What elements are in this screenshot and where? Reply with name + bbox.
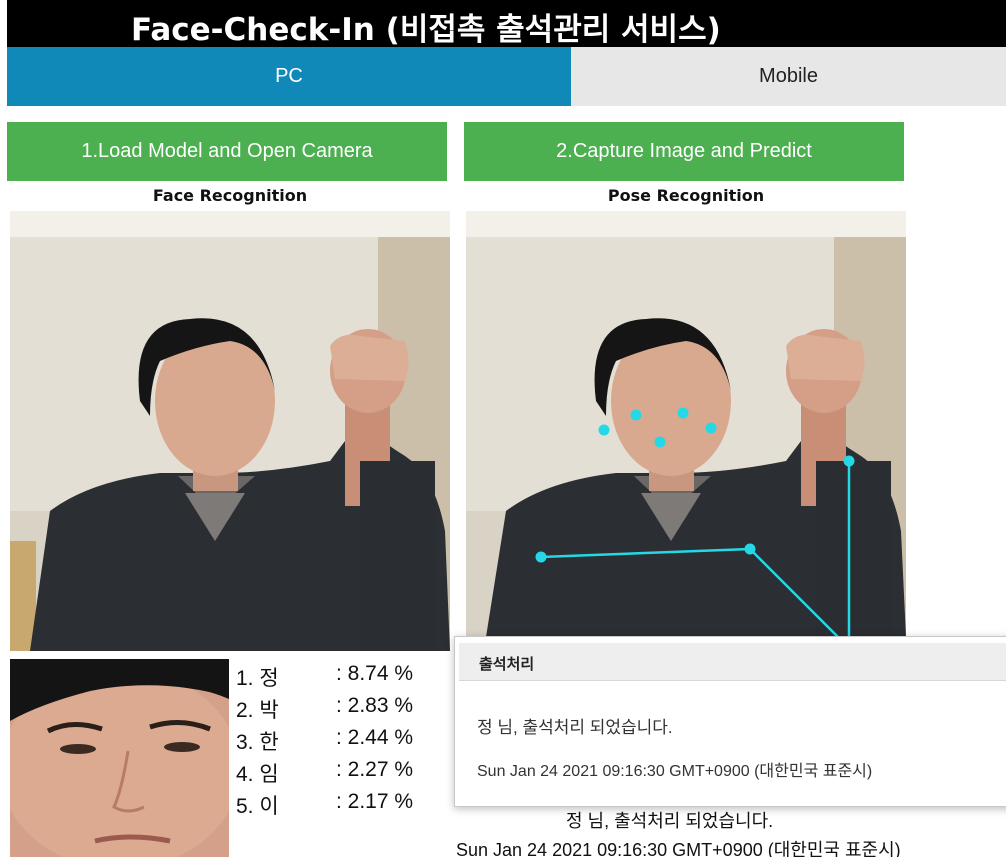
prediction-name: 5. 이 bbox=[236, 795, 279, 818]
prediction-row: 3. 한 : 2.44 % bbox=[236, 726, 436, 758]
capture-predict-button[interactable]: 2.Capture Image and Predict bbox=[464, 122, 904, 181]
app-title: Face-Check-In (비접촉 출석관리 서비스) bbox=[131, 12, 721, 48]
load-model-button[interactable]: 1.Load Model and Open Camera bbox=[7, 122, 447, 181]
face-camera-view bbox=[10, 211, 450, 651]
dialog-message: 정 님, 출석처리 되었습니다. bbox=[477, 718, 673, 737]
keypoint-right-shoulder bbox=[744, 543, 756, 555]
prediction-score: : 2.27 % bbox=[336, 758, 414, 781]
dialog-header[interactable]: 출석처리 bbox=[459, 643, 1006, 681]
pose-recognition-caption: Pose Recognition bbox=[607, 186, 765, 205]
keypoint-right-ear bbox=[705, 422, 717, 434]
prediction-name: 4. 임 bbox=[236, 763, 279, 786]
face-crop-image bbox=[10, 659, 229, 857]
prediction-name: 3. 한 bbox=[236, 731, 279, 754]
prediction-row: 1. 정 : 8.74 % bbox=[236, 662, 436, 694]
prediction-name: 2. 박 bbox=[236, 699, 279, 722]
check-in-result-message: 정 님, 출석처리 되었습니다. bbox=[566, 811, 774, 831]
keypoint-left-shoulder bbox=[535, 551, 547, 563]
prediction-score: : 8.74 % bbox=[336, 662, 414, 685]
prediction-row: 2. 박 : 2.83 % bbox=[236, 694, 436, 726]
attendance-dialog[interactable]: 출석처리 정 님, 출석처리 되었습니다. Sun Jan 24 2021 09… bbox=[454, 636, 1006, 807]
keypoint-nose bbox=[654, 436, 666, 448]
prediction-row: 4. 임 : 2.27 % bbox=[236, 758, 436, 790]
pose-camera-view bbox=[466, 211, 906, 637]
prediction-row: 5. 이 : 2.17 % bbox=[236, 790, 436, 822]
dialog-title: 출석처리 bbox=[479, 655, 535, 673]
app-header: Face-Check-In (비접촉 출석관리 서비스) bbox=[7, 0, 1006, 48]
tab-mobile[interactable]: Mobile bbox=[571, 47, 1006, 106]
prediction-score: : 2.17 % bbox=[336, 790, 414, 813]
face-crop-thumbnail bbox=[10, 659, 229, 857]
tab-pc[interactable]: PC bbox=[7, 47, 571, 106]
face-camera-image bbox=[10, 211, 450, 651]
keypoint-left-eye bbox=[630, 409, 642, 421]
keypoint-left-ear bbox=[598, 424, 610, 436]
keypoint-right-eye bbox=[677, 407, 689, 419]
check-in-result-timestamp: Sun Jan 24 2021 09:16:30 GMT+0900 (대한민국 … bbox=[456, 840, 901, 857]
prediction-score: : 2.83 % bbox=[336, 694, 414, 717]
prediction-score: : 2.44 % bbox=[336, 726, 414, 749]
face-recognition-caption: Face Recognition bbox=[152, 186, 308, 205]
keypoint-wrist bbox=[843, 455, 855, 467]
prediction-list: 1. 정 : 8.74 % 2. 박 : 2.83 % 3. 한 : 2.44 … bbox=[236, 662, 436, 822]
dialog-timestamp: Sun Jan 24 2021 09:16:30 GMT+0900 (대한민국 … bbox=[477, 763, 873, 780]
pose-camera-image bbox=[466, 211, 906, 637]
prediction-name: 1. 정 bbox=[236, 667, 279, 690]
